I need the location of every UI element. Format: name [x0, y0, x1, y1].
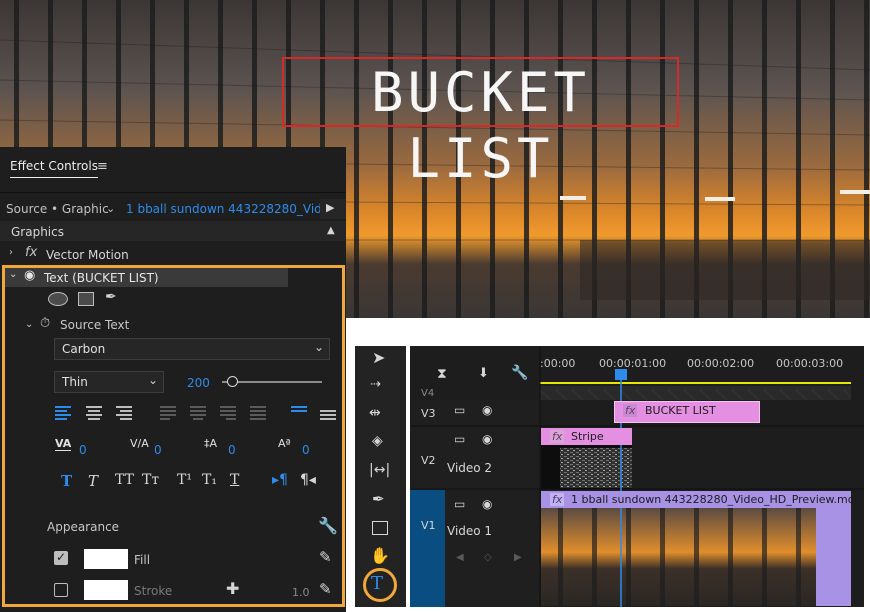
expand-arrow-icon[interactable]: ›: [9, 247, 13, 258]
v3-eye-icon[interactable]: ◉: [482, 403, 492, 417]
add-keyframe-icon[interactable]: ◇: [484, 552, 492, 563]
panel-tab-effect-controls[interactable]: Effect Controls: [10, 159, 98, 178]
settings-wrench-icon[interactable]: 🔧: [511, 365, 528, 381]
pen-tool-icon[interactable]: ✒: [372, 490, 385, 508]
track-name-video-1: Video 1: [447, 524, 493, 538]
video-title-text: BUCKET LIST: [370, 61, 591, 190]
track-id-v4[interactable]: V4: [421, 388, 434, 399]
collapse-up-icon[interactable]: ▲: [327, 225, 335, 236]
ruler-time-0: :00:00: [540, 357, 576, 370]
track-id-v3[interactable]: V3: [421, 407, 436, 420]
ruler-time-1: 00:00:01:00: [599, 357, 667, 370]
track-id-v2[interactable]: V2: [421, 454, 436, 467]
track-name-video-2: Video 2: [447, 461, 493, 475]
clip-bucket-list-label: BUCKET LIST: [645, 404, 716, 417]
v2-eye-icon[interactable]: ◉: [482, 432, 492, 446]
ripple-edit-tool-icon[interactable]: ⇹: [369, 405, 381, 421]
highlight-text-properties: [2, 265, 345, 607]
clip-name-link[interactable]: 1 bball sundown 443228280_Vid...: [126, 202, 333, 216]
razor-tool-icon[interactable]: ◈: [372, 433, 383, 449]
clip-video-label: 1 bball sundown 443228280_Video_HD_Previ…: [571, 493, 861, 506]
track-id-v1[interactable]: V1: [421, 519, 436, 532]
marker-icon[interactable]: ⬇: [478, 366, 489, 381]
clip-stripe-fx-badge: fx: [550, 430, 565, 443]
section-graphics[interactable]: Graphics: [11, 225, 64, 239]
clip-fx-badge: fx: [623, 404, 638, 417]
rectangle-tool-icon[interactable]: [372, 521, 388, 535]
source-label: Source • Graphic: [6, 202, 109, 216]
v3-sync-icon[interactable]: ▭: [454, 403, 465, 417]
hand-tool-icon[interactable]: ✋: [370, 546, 390, 565]
play-arrow-icon[interactable]: ▶: [326, 201, 334, 214]
ruler-time-3: 00:00:03:00: [776, 357, 844, 370]
clip-stripe-label: Stripe: [571, 430, 604, 443]
prev-keyframe-icon[interactable]: ◀: [456, 552, 464, 563]
highlight-type-tool: [363, 568, 397, 602]
vector-motion-label[interactable]: Vector Motion: [46, 248, 129, 262]
chevron-down-icon[interactable]: ⌄: [106, 202, 115, 215]
selection-tool-icon[interactable]: ➤: [372, 348, 385, 367]
next-keyframe-icon[interactable]: ▶: [514, 552, 522, 563]
v1-sync-icon[interactable]: ▭: [454, 497, 465, 511]
v1-eye-icon[interactable]: ◉: [482, 497, 492, 511]
track-select-tool-icon[interactable]: ⇢: [370, 377, 381, 392]
clip-video-fx-badge: fx: [550, 493, 565, 506]
slip-tool-icon[interactable]: |↔|: [369, 462, 390, 478]
panel-menu-icon[interactable]: ≡: [97, 159, 108, 174]
ruler-time-2: 00:00:02:00: [687, 357, 755, 370]
v2-sync-icon[interactable]: ▭: [454, 432, 465, 446]
fx-icon: fx: [25, 245, 38, 260]
snap-icon[interactable]: ⧗: [437, 366, 447, 382]
